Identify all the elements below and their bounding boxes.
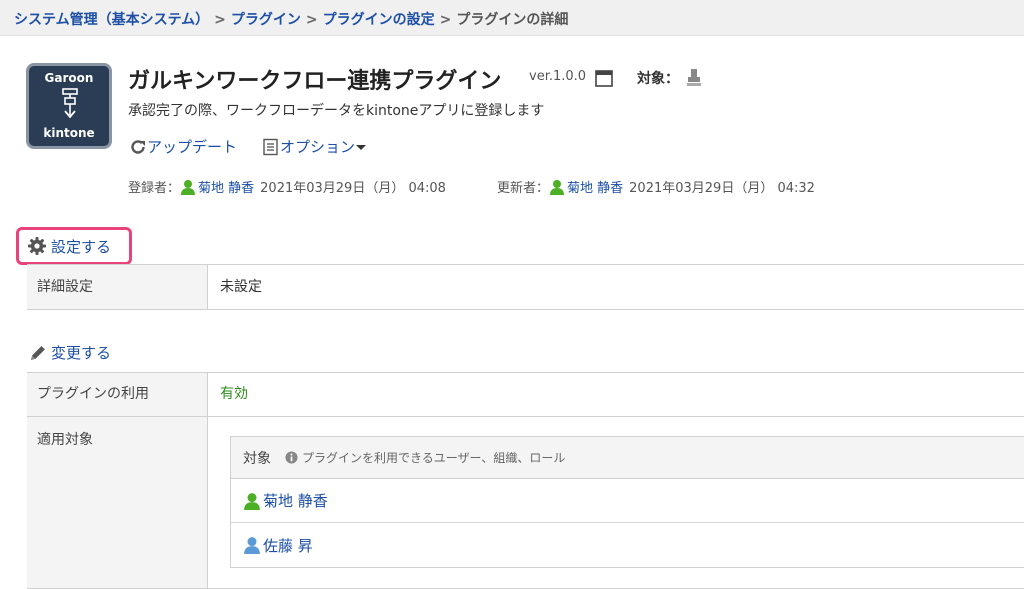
- registered-label: 登録者：: [128, 181, 181, 196]
- update-label: アップデート: [147, 138, 238, 156]
- user-icon: [550, 179, 565, 195]
- gear-icon: [28, 237, 46, 255]
- info-icon: [285, 451, 298, 464]
- stamp-icon: [687, 69, 701, 86]
- updated-user-link[interactable]: 菊地 静香: [567, 177, 623, 196]
- plugin-logo-top-text: Garoon: [44, 71, 94, 85]
- plugin-usage-label: プラグインの利用: [27, 373, 208, 416]
- breadcrumb-plugins[interactable]: プラグイン: [231, 12, 301, 28]
- user-icon: [244, 537, 260, 554]
- target-user-row[interactable]: 佐藤 昇: [231, 523, 1024, 567]
- refresh-icon: [131, 139, 145, 154]
- change-button[interactable]: 変更する: [28, 342, 111, 363]
- target-user-name[interactable]: 佐藤 昇: [263, 535, 313, 556]
- user-icon: [181, 179, 196, 195]
- target-user-row[interactable]: 菊地 静香: [231, 479, 1024, 523]
- breadcrumb: システム管理（基本システム） > プラグイン > プラグインの設定 > プラグインの詳細: [0, 0, 1024, 36]
- registered-info: 登録者： 菊地 静香 2021年03月29日（月） 04:08: [128, 177, 446, 196]
- plugin-logo: Garoon kintone: [26, 63, 112, 149]
- target-table-header: 対象 プラグインを利用できるユーザー、組織、ロール: [231, 437, 1024, 479]
- plugin-usage-row: プラグインの利用 有効: [27, 372, 1024, 417]
- calendar-icon[interactable]: [595, 69, 613, 87]
- scope-label: 適用対象: [27, 417, 208, 588]
- change-label: 変更する: [51, 344, 112, 362]
- target-user-name[interactable]: 菊地 静香: [263, 490, 328, 511]
- registered-user-link[interactable]: 菊地 静香: [198, 177, 254, 196]
- caret-down-icon: [356, 144, 367, 150]
- registered-date: 2021年03月29日（月） 04:08: [260, 181, 446, 196]
- plugin-logo-bottom-text: kintone: [43, 126, 95, 140]
- plugin-title: ガルキンワークフロー連携プラグイン: [128, 69, 502, 94]
- option-label: オプション: [280, 138, 356, 156]
- plugin-usage-value: 有効: [220, 386, 248, 402]
- breadcrumb-system-admin[interactable]: システム管理（基本システム）: [14, 12, 209, 28]
- updated-date: 2021年03月29日（月） 04:32: [629, 181, 815, 196]
- detail-settings-value: 未設定: [220, 279, 262, 295]
- target-table: 対象 プラグインを利用できるユーザー、組織、ロール 菊地 静香 佐藤 昇: [230, 436, 1024, 568]
- breadcrumb-separator: >: [214, 12, 226, 28]
- user-icon: [244, 492, 260, 510]
- updated-label: 更新者：: [497, 181, 550, 196]
- configure-button[interactable]: 設定する: [16, 227, 132, 265]
- breadcrumb-separator: >: [439, 12, 452, 28]
- option-menu-button[interactable]: オプション: [262, 136, 367, 157]
- plugin-description: 承認完了の際、ワークフローデータをkintoneアプリに登録します: [128, 103, 545, 119]
- detail-settings-row: 詳細設定 未設定: [27, 264, 1024, 310]
- detail-settings-label: 詳細設定: [27, 265, 208, 309]
- list-icon: [263, 138, 278, 155]
- breadcrumb-plugin-settings[interactable]: プラグインの設定: [323, 12, 435, 28]
- plugin-version: ver.1.0.0: [529, 69, 587, 84]
- target-label: 対象：: [637, 71, 679, 87]
- pencil-icon: [31, 345, 45, 360]
- configure-label: 設定する: [51, 237, 112, 256]
- target-hint-text: プラグインを利用できるユーザー、組織、ロール: [302, 451, 566, 465]
- workflow-icon: [62, 88, 78, 119]
- updated-info: 更新者： 菊地 静香 2021年03月29日（月） 04:32: [497, 177, 815, 196]
- target-hint: プラグインを利用できるユーザー、組織、ロール: [285, 449, 565, 466]
- update-button[interactable]: アップデート: [129, 136, 237, 157]
- breadcrumb-current: プラグインの詳細: [456, 12, 569, 28]
- target-header-label: 対象: [243, 450, 271, 467]
- breadcrumb-separator: >: [305, 12, 318, 28]
